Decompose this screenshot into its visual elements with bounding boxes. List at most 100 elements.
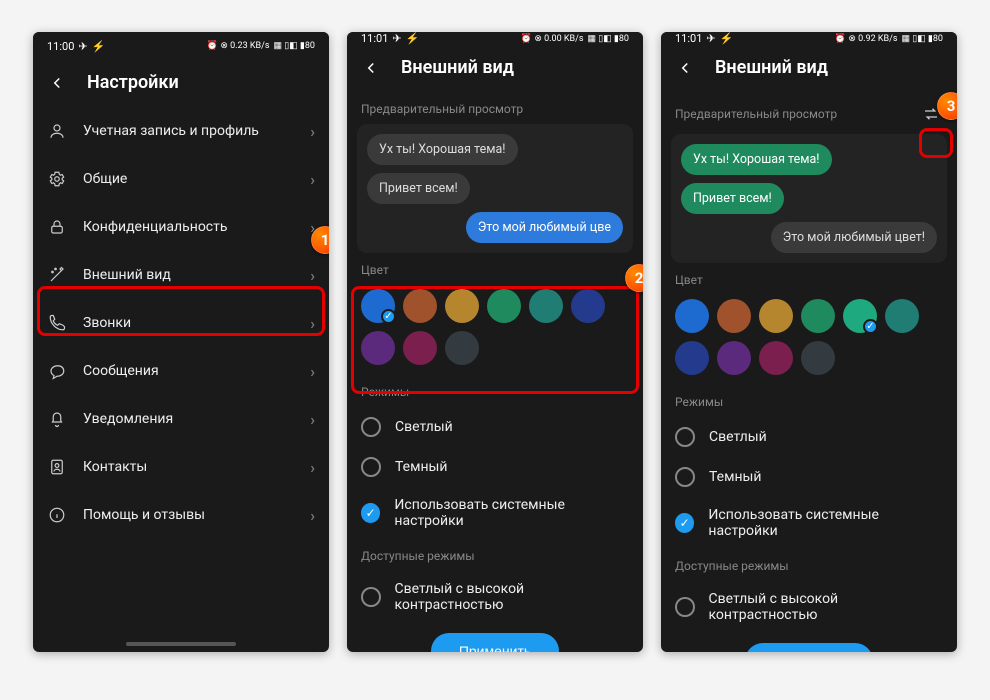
status-signal: ▦ ▯◧ ▮80 [902, 34, 944, 44]
apply-button[interactable]: Применить [745, 643, 873, 652]
color-swatch[interactable] [529, 289, 563, 323]
color-swatch[interactable] [759, 299, 793, 333]
page-title: Настройки [87, 72, 179, 93]
section-modes-label: Режимы [347, 375, 643, 407]
chevron-right-icon: › [310, 266, 315, 285]
mode-light[interactable]: Светлый [347, 407, 643, 447]
mode-dark[interactable]: Темный [661, 457, 957, 497]
radio-icon [675, 427, 695, 447]
settings-item-contacts[interactable]: Контакты › [33, 443, 329, 491]
preview-msg-out: Это мой любимый цвет! [771, 222, 937, 253]
section-avail-label: Доступные режимы [661, 549, 957, 581]
radio-label: Светлый с высокой контрастностью [709, 591, 944, 623]
status-indicators: ⏰ ⊗ 0.92 KB/s [835, 34, 898, 44]
back-button[interactable] [361, 58, 381, 78]
status-indicators: ⏰ ⊗ 0.23 KB/s [207, 41, 270, 51]
mode-highcontrast[interactable]: Светлый с высокой контрастностью [661, 581, 957, 633]
bolt-icon: ⚡ [720, 32, 734, 45]
color-swatch[interactable] [445, 289, 479, 323]
radio-label: Светлый с высокой контрастностью [395, 581, 630, 613]
page-title: Внешний вид [401, 57, 514, 78]
row-label: Контакты [83, 459, 294, 475]
status-signal: ▦ ▯◧ ▮80 [274, 41, 316, 51]
preview-msg-in: Ух ты! Хорошая тема! [367, 134, 518, 165]
telegram-icon: ✈ [392, 32, 401, 45]
radio-icon [675, 513, 694, 533]
row-label: Помощь и отзывы [83, 507, 294, 523]
color-swatch[interactable] [571, 289, 605, 323]
color-swatch[interactable] [445, 331, 479, 365]
status-time: 11:01 [675, 32, 702, 45]
row-label: Учетная запись и профиль [83, 123, 294, 139]
color-swatch[interactable]: ✓ [361, 289, 395, 323]
chevron-right-icon: › [310, 122, 315, 141]
bell-icon [47, 409, 67, 429]
color-swatch[interactable] [403, 331, 437, 365]
topbar: Внешний вид [661, 45, 957, 92]
wand-icon [47, 265, 67, 285]
preview-msg-out: Это мой любимый цве [466, 212, 623, 243]
color-swatch[interactable] [717, 341, 751, 375]
lock-icon [47, 217, 67, 237]
radio-label: Использовать системные настройки [708, 507, 943, 539]
section-color-label: Цвет [661, 263, 957, 295]
color-swatch[interactable] [487, 289, 521, 323]
color-swatch[interactable] [675, 299, 709, 333]
radio-label: Использовать системные настройки [394, 497, 629, 529]
color-swatch[interactable] [361, 331, 395, 365]
section-preview-label: Предварительный просмотр [347, 92, 643, 124]
bolt-icon: ⚡ [406, 32, 420, 45]
settings-item-messages[interactable]: Сообщения › [33, 347, 329, 395]
settings-item-notifications[interactable]: Уведомления › [33, 395, 329, 443]
color-swatch[interactable] [885, 299, 919, 333]
chevron-right-icon: › [310, 458, 315, 477]
section-avail-label: Доступные режимы [347, 539, 643, 571]
phone-settings: 11:00 ✈ ⚡ ⏰ ⊗ 0.23 KB/s ▦ ▯◧ ▮80 Настрой… [33, 32, 329, 652]
color-swatch[interactable] [403, 289, 437, 323]
chevron-right-icon: › [310, 170, 315, 189]
settings-item-privacy[interactable]: Конфиденциальность › [33, 203, 329, 251]
color-swatch[interactable] [801, 341, 835, 375]
mode-light[interactable]: Светлый [661, 417, 957, 457]
mode-highcontrast[interactable]: Светлый с высокой контрастностью [347, 571, 643, 623]
color-swatch[interactable] [717, 299, 751, 333]
settings-item-general[interactable]: Общие › [33, 155, 329, 203]
settings-item-account[interactable]: Учетная запись и профиль › [33, 107, 329, 155]
swap-theme-button[interactable] [919, 102, 943, 126]
status-signal: ▦ ▯◧ ▮80 [588, 34, 630, 44]
settings-item-help[interactable]: Помощь и отзывы › [33, 491, 329, 539]
radio-icon [361, 587, 381, 607]
radio-label: Светлый [709, 429, 767, 445]
status-indicators: ⏰ ⊗ 0.00 KB/s [521, 34, 584, 44]
radio-label: Темный [395, 459, 448, 475]
settings-item-appearance[interactable]: Внешний вид › [33, 251, 329, 299]
row-label: Уведомления [83, 411, 294, 427]
info-icon [47, 505, 67, 525]
check-icon: ✓ [863, 319, 878, 334]
color-swatch[interactable] [675, 341, 709, 375]
status-time: 11:01 [361, 32, 388, 45]
contacts-icon [47, 457, 67, 477]
telegram-icon: ✈ [78, 40, 87, 53]
back-button[interactable] [47, 73, 67, 93]
apply-button[interactable]: Применить [431, 633, 559, 652]
back-button[interactable] [675, 58, 695, 78]
mode-system[interactable]: Использовать системные настройки [347, 487, 643, 539]
mode-dark[interactable]: Темный [347, 447, 643, 487]
preview-msg-in: Привет всем! [681, 183, 784, 214]
preview-header-row: Предварительный просмотр [661, 92, 957, 134]
phone-icon [47, 313, 67, 333]
mode-system[interactable]: Использовать системные настройки [661, 497, 957, 549]
phone-appearance-a: 11:01 ✈ ⚡ ⏰ ⊗ 0.00 KB/s ▦ ▯◧ ▮80 Внешний… [347, 32, 643, 652]
row-label: Конфиденциальность [83, 219, 294, 235]
settings-item-calls[interactable]: Звонки › [33, 299, 329, 347]
color-swatch[interactable] [801, 299, 835, 333]
status-bar: 11:01 ✈ ⚡ ⏰ ⊗ 0.92 KB/s ▦ ▯◧ ▮80 [661, 32, 957, 45]
radio-label: Темный [709, 469, 762, 485]
topbar: Внешний вид [347, 45, 643, 92]
bolt-icon: ⚡ [92, 40, 106, 53]
color-swatch[interactable] [759, 341, 793, 375]
check-icon: ✓ [381, 309, 396, 324]
color-swatch[interactable]: ✓ [843, 299, 877, 333]
gear-icon [47, 169, 67, 189]
